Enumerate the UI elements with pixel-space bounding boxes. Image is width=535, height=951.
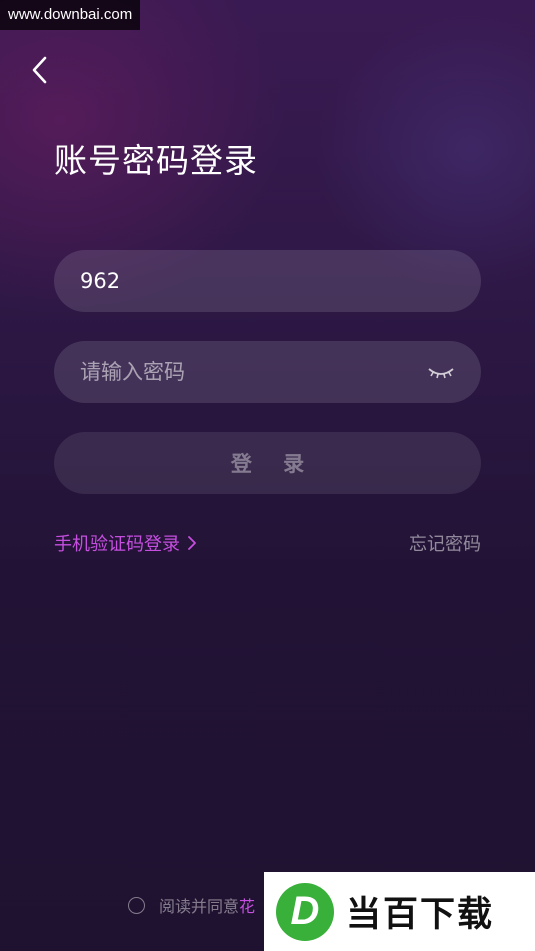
- agree-checkbox[interactable]: [128, 896, 145, 914]
- brand-text: 当百下载: [346, 895, 495, 935]
- agreement-row: 阅读并同意花: [128, 893, 255, 917]
- forgot-password-link[interactable]: 忘记密码: [409, 530, 481, 556]
- chevron-right-icon: [186, 534, 198, 552]
- login-button[interactable]: 登 录: [54, 432, 481, 494]
- brand-watermark: D 当百下载: [264, 872, 535, 951]
- account-input[interactable]: [80, 269, 400, 293]
- sms-login-label: 手机验证码登录: [54, 534, 180, 555]
- page-title: 账号密码登录: [54, 141, 258, 180]
- brand-logo-icon: D: [276, 882, 334, 941]
- watermark-site: www.downbai.com: [0, 0, 141, 30]
- eye-closed-icon[interactable]: [427, 363, 455, 381]
- brand-logo-letter: D: [290, 889, 320, 933]
- agreement-link[interactable]: 花: [239, 897, 255, 916]
- password-field[interactable]: [54, 341, 481, 403]
- agreement-prefix: 阅读并同意: [159, 897, 240, 916]
- password-input[interactable]: [80, 360, 400, 384]
- back-icon[interactable]: [28, 54, 52, 86]
- account-field[interactable]: [54, 250, 481, 312]
- sms-login-link[interactable]: 手机验证码登录: [54, 530, 198, 556]
